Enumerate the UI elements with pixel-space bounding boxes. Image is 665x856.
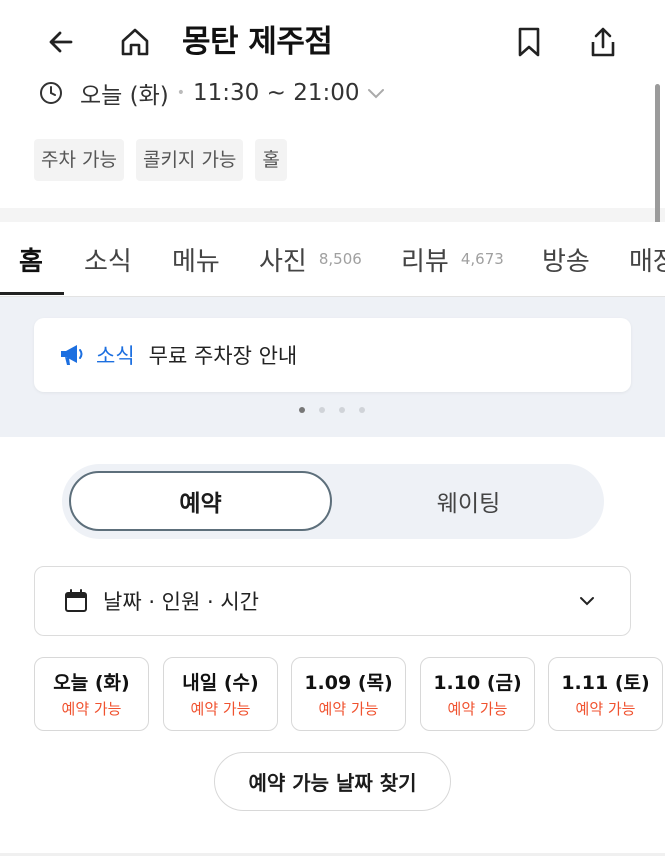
home-icon [121, 28, 149, 56]
waiting-tab[interactable]: 웨이팅 [340, 471, 597, 531]
tab-store[interactable]: 매장 [629, 222, 665, 296]
tab-active-indicator [0, 292, 64, 295]
date-chip-status: 예약 가능 [318, 700, 379, 718]
date-chip-day: 1.11 (토) [561, 672, 650, 694]
chevron-down-icon [368, 89, 385, 99]
find-available-date-button[interactable]: 예약 가능 날짜 찾기 [214, 752, 451, 811]
date-chip[interactable]: 내일 (수) 예약 가능 [163, 657, 278, 731]
tab-menu[interactable]: 메뉴 [172, 222, 220, 296]
calendar-icon [65, 589, 87, 612]
tab-photos[interactable]: 사진 8,506 [259, 222, 362, 296]
tab-home[interactable]: 홈 [19, 222, 43, 296]
tab-reviews[interactable]: 리뷰 4,673 [401, 222, 504, 296]
tab-home-label: 홈 [19, 246, 43, 277]
hours-time: 11:30 ~ 21:00 [193, 80, 360, 106]
back-arrow-icon [49, 31, 73, 53]
home-button-overlay [113, 20, 157, 64]
date-chip-day: 1.10 (금) [433, 672, 522, 694]
share-icon [591, 27, 615, 57]
carousel-dot [339, 407, 345, 413]
date-chip-status: 예약 가능 [61, 700, 122, 718]
news-card[interactable]: 소식 무료 주차장 안내 [34, 318, 631, 392]
tab-news[interactable]: 소식 [84, 222, 132, 296]
tab-photos-label: 사진 [259, 246, 307, 277]
bookmark-button-overlay [507, 20, 551, 64]
back-button-overlay [39, 20, 83, 64]
date-chip-day: 오늘 (화) [53, 672, 130, 694]
tab-broadcast[interactable]: 방송 [542, 222, 590, 296]
date-chip-status: 예약 가능 [575, 700, 636, 718]
tab-menu-label: 메뉴 [172, 246, 220, 277]
tab-bar: 홈 소식 메뉴 사진 8,506 리뷰 4,673 방송 매장 [0, 222, 665, 297]
tab-news-label: 소식 [84, 246, 132, 277]
news-label: 소식 [96, 344, 135, 368]
section-divider [0, 208, 665, 222]
feature-tags: 주차 가능 콜키지 가능 홀 [34, 139, 287, 181]
news-text: 무료 주차장 안내 [148, 344, 298, 368]
date-chip[interactable]: 1.11 (토) 예약 가능 [548, 657, 663, 731]
news-section: 소식 무료 주차장 안내 [0, 297, 665, 437]
date-chip-status: 예약 가능 [190, 700, 251, 718]
separator-dot: • [176, 85, 186, 101]
carousel-dot-active [299, 407, 305, 413]
tab-broadcast-label: 방송 [542, 246, 590, 277]
chevron-down-icon [580, 597, 594, 606]
share-button-overlay [581, 20, 625, 64]
tab-reviews-label: 리뷰 [401, 246, 449, 277]
date-chip-status: 예약 가능 [447, 700, 508, 718]
bookmark-icon [518, 27, 540, 57]
megaphone-icon [61, 345, 83, 365]
date-chip-day: 내일 (수) [182, 672, 259, 694]
header-overlay: 몽탄 제주점 [0, 0, 665, 82]
date-chip[interactable]: 1.10 (금) 예약 가능 [420, 657, 535, 731]
date-party-time-picker[interactable]: 날짜 · 인원 · 시간 [34, 566, 631, 636]
tag-hall: 홀 [255, 139, 287, 181]
date-chip-day: 1.09 (목) [304, 672, 393, 694]
date-chip[interactable]: 1.09 (목) 예약 가능 [291, 657, 406, 731]
tab-reviews-count: 4,673 [460, 250, 504, 268]
tab-photos-count: 8,506 [318, 250, 362, 268]
reservation-tab[interactable]: 예약 [69, 471, 332, 531]
picker-label: 날짜 · 인원 · 시간 [103, 590, 259, 614]
tab-store-label: 매장 [629, 246, 665, 277]
tag-corkage: 콜키지 가능 [135, 139, 244, 181]
carousel-dot [319, 407, 325, 413]
scrollbar[interactable] [655, 84, 660, 226]
carousel-dot [359, 407, 365, 413]
reservation-mode-toggle: 예약 웨이팅 [62, 464, 604, 539]
date-chip[interactable]: 오늘 (화) 예약 가능 [34, 657, 149, 731]
clock-icon [40, 82, 62, 104]
page-title-overlay: 몽탄 제주점 [182, 24, 333, 60]
tag-parking: 주차 가능 [34, 139, 124, 181]
